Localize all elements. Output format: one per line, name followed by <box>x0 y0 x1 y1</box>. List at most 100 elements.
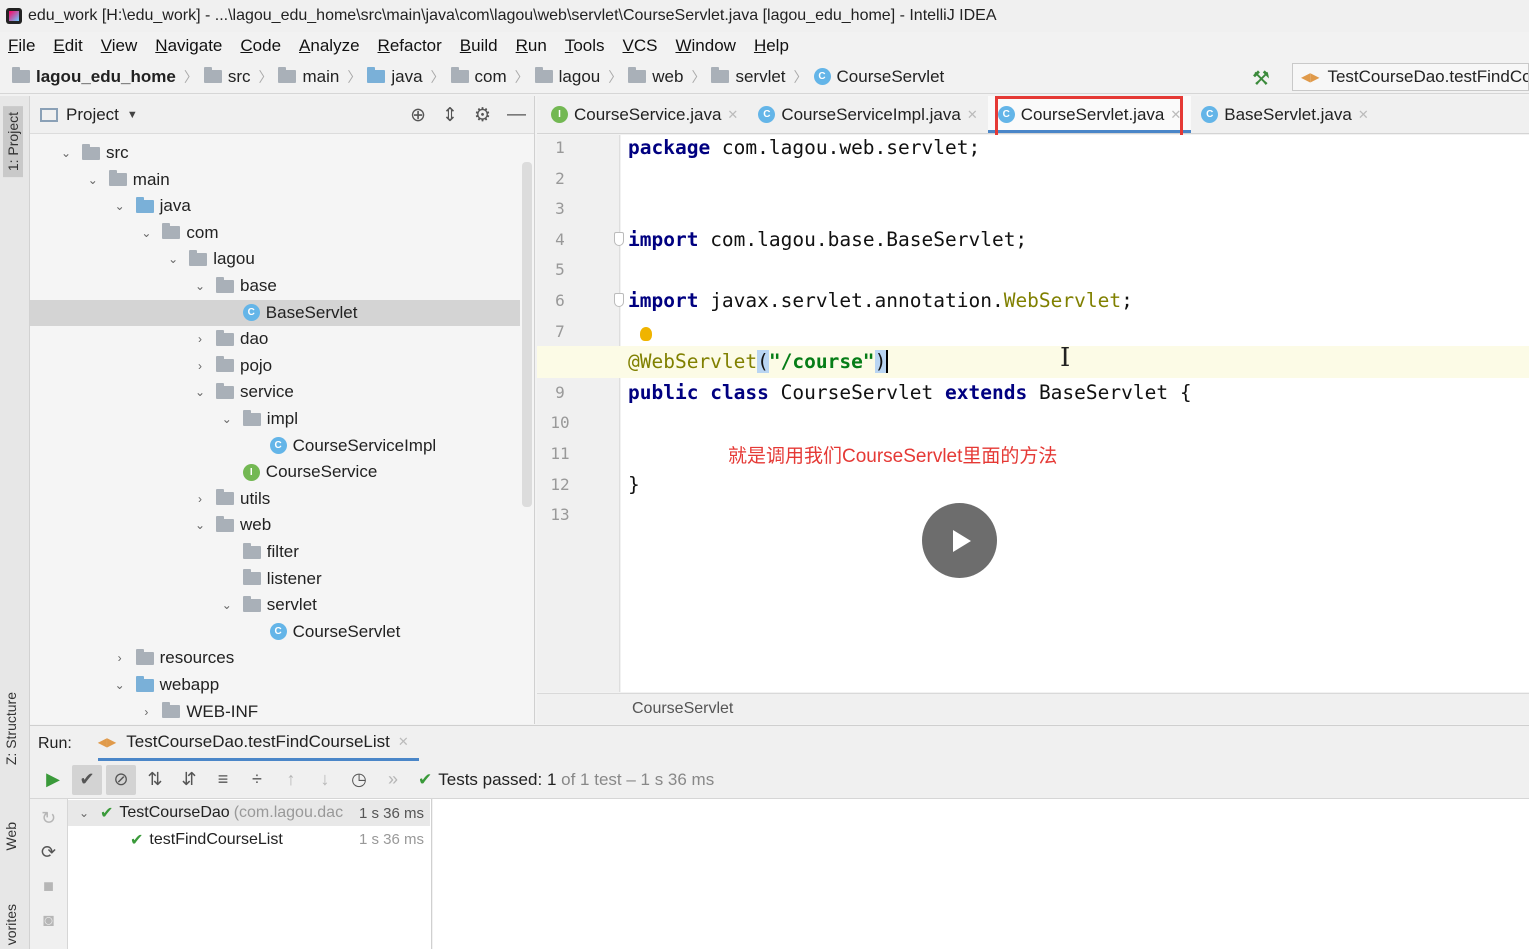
locate-target-icon[interactable]: ⊕ <box>410 104 426 127</box>
tree-item[interactable]: ⌄ src <box>30 140 520 166</box>
menu-vcs[interactable]: VCS <box>623 36 658 56</box>
tree-item[interactable]: ⌄ web <box>30 512 520 538</box>
tool-tab-web[interactable]: Web <box>3 822 19 851</box>
show-passed-check-icon[interactable]: ✔ <box>72 764 102 795</box>
editor-tab[interactable]: I CourseService.java ✕ <box>541 96 748 133</box>
run-configuration-select[interactable]: ◀▶ TestCourseDao.testFindCou <box>1292 63 1529 91</box>
chevron-right-icon[interactable]: › <box>112 651 128 665</box>
chevron-down-icon[interactable]: ⌄ <box>219 412 235 426</box>
chevron-down-icon[interactable]: ⌄ <box>85 173 101 187</box>
expand-all-icon[interactable]: ≡ <box>208 765 238 795</box>
tree-item[interactable]: › utils <box>30 486 520 512</box>
collapse-all-icon[interactable]: ⇕ <box>442 104 458 127</box>
tree-item[interactable]: C CourseServlet <box>30 619 520 645</box>
tool-tab-project[interactable]: 1: Project <box>3 106 23 178</box>
fold-marker-icon[interactable] <box>614 293 624 307</box>
nav-crumb-lagou[interactable]: lagou <box>534 67 600 87</box>
nav-crumb-servlet[interactable]: servlet <box>711 67 786 87</box>
breadcrumb-class[interactable]: CourseServlet <box>632 700 733 718</box>
menu-run[interactable]: Run <box>516 36 547 56</box>
camera-icon[interactable]: ◙ <box>34 905 64 935</box>
chevron-down-icon[interactable]: ⌄ <box>112 199 128 213</box>
show-ignored-icon[interactable]: ⊘ <box>106 764 136 795</box>
chevron-down-icon[interactable]: ▼ <box>127 109 138 121</box>
collapse-all-icon[interactable]: ÷ <box>242 765 272 795</box>
more-chevron-icon[interactable]: » <box>378 765 408 795</box>
menu-build[interactable]: Build <box>460 36 498 56</box>
fold-marker-icon[interactable] <box>614 232 624 246</box>
chevron-right-icon[interactable]: › <box>192 359 208 373</box>
tool-tab-structure[interactable]: Z: Structure <box>3 692 19 765</box>
project-view-selector[interactable]: Project <box>66 105 119 125</box>
tree-item[interactable]: ⌄ main <box>30 167 520 193</box>
tree-item[interactable]: C CourseServiceImpl <box>30 433 520 459</box>
menu-file[interactable]: File <box>8 36 35 56</box>
close-icon[interactable]: ✕ <box>398 734 409 750</box>
minimize-icon[interactable]: — <box>507 104 526 127</box>
intention-bulb-icon[interactable] <box>640 327 652 341</box>
project-scrollbar[interactable] <box>522 162 532 507</box>
chevron-right-icon[interactable]: › <box>192 492 208 506</box>
previous-failed-icon[interactable]: ↑ <box>276 765 306 795</box>
chevron-down-icon[interactable]: ⌄ <box>138 226 154 240</box>
tree-item[interactable]: listener <box>30 566 520 592</box>
rerun-failed-icon[interactable]: ↻ <box>34 803 64 833</box>
chevron-down-icon[interactable]: ⌄ <box>192 518 208 532</box>
stop-square-icon[interactable]: ■ <box>34 871 64 901</box>
menu-view[interactable]: View <box>101 36 138 56</box>
menu-window[interactable]: Window <box>675 36 735 56</box>
tree-item[interactable]: ⌄ java <box>30 193 520 219</box>
tree-item[interactable]: C BaseServlet <box>30 299 520 326</box>
chevron-right-icon[interactable]: › <box>192 332 208 346</box>
code-editor[interactable] <box>621 135 1529 692</box>
nav-crumb-web[interactable]: web <box>628 67 683 87</box>
tree-item[interactable]: ⌄ lagou <box>30 246 520 272</box>
editor-tab[interactable]: C CourseServiceImpl.java ✕ <box>748 96 987 133</box>
chevron-down-icon[interactable]: ⌄ <box>76 806 92 820</box>
video-play-button[interactable] <box>922 503 997 578</box>
close-icon[interactable]: ✕ <box>1170 107 1181 123</box>
chevron-down-icon[interactable]: ⌄ <box>219 598 235 612</box>
run-tab-testfindcourselist[interactable]: ◀▶ TestCourseDao.testFindCourseList ✕ <box>97 727 419 761</box>
nav-crumb-src[interactable]: src <box>203 67 250 87</box>
editor-tab[interactable]: C CourseServlet.java ✕ <box>987 96 1192 133</box>
menu-navigate[interactable]: Navigate <box>155 36 222 56</box>
nav-crumb-com[interactable]: com <box>450 67 507 87</box>
test-result-row[interactable]: ⌄ ✔ TestCourseDao (com.lagou.dac 1 s 36 ms <box>68 800 430 826</box>
nav-crumb-file[interactable]: C CourseServlet <box>813 67 944 87</box>
close-icon[interactable]: ✕ <box>1358 107 1369 123</box>
menu-analyze[interactable]: Analyze <box>299 36 359 56</box>
tree-item[interactable]: › pojo <box>30 353 520 379</box>
tree-item[interactable]: ⌄ impl <box>30 406 520 432</box>
close-icon[interactable]: ✕ <box>967 107 978 123</box>
chevron-right-icon[interactable]: › <box>138 705 154 719</box>
sort-by-duration-icon[interactable]: ⇵ <box>174 765 204 795</box>
sort-alphabetically-icon[interactable]: ⇅ <box>140 765 170 795</box>
tree-item[interactable]: › WEB-INF <box>30 699 520 724</box>
chevron-down-icon[interactable]: ⌄ <box>192 279 208 293</box>
rerun-play-icon[interactable]: ▶ <box>38 765 68 795</box>
editor-tab[interactable]: C BaseServlet.java ✕ <box>1191 96 1378 133</box>
chevron-down-icon[interactable]: ⌄ <box>112 678 128 692</box>
chevron-down-icon[interactable]: ⌄ <box>192 385 208 399</box>
tree-item[interactable]: › resources <box>30 645 520 671</box>
chevron-down-icon[interactable]: ⌄ <box>58 146 74 160</box>
build-hammer-icon[interactable]: ⚒ <box>1252 66 1270 91</box>
nav-crumb-main[interactable]: main <box>278 67 339 87</box>
close-icon[interactable]: ✕ <box>727 107 738 123</box>
chevron-down-icon[interactable]: ⌄ <box>165 252 181 266</box>
menu-tools[interactable]: Tools <box>565 36 605 56</box>
tree-item[interactable]: I CourseService <box>30 459 520 485</box>
tree-item[interactable]: › dao <box>30 326 520 352</box>
tree-item[interactable]: ⌄ com <box>30 220 520 246</box>
tree-item[interactable]: filter <box>30 539 520 565</box>
menu-code[interactable]: Code <box>240 36 281 56</box>
menu-edit[interactable]: Edit <box>53 36 82 56</box>
gear-icon[interactable]: ⚙ <box>474 104 491 127</box>
tree-item[interactable]: ⌄ webapp <box>30 672 520 698</box>
toggle-auto-test-icon[interactable]: ⟳ <box>34 837 64 867</box>
menu-refactor[interactable]: Refactor <box>378 36 442 56</box>
next-failed-icon[interactable]: ↓ <box>310 765 340 795</box>
tree-item[interactable]: ⌄ base <box>30 273 520 299</box>
tree-item[interactable]: ⌄ servlet <box>30 592 520 618</box>
